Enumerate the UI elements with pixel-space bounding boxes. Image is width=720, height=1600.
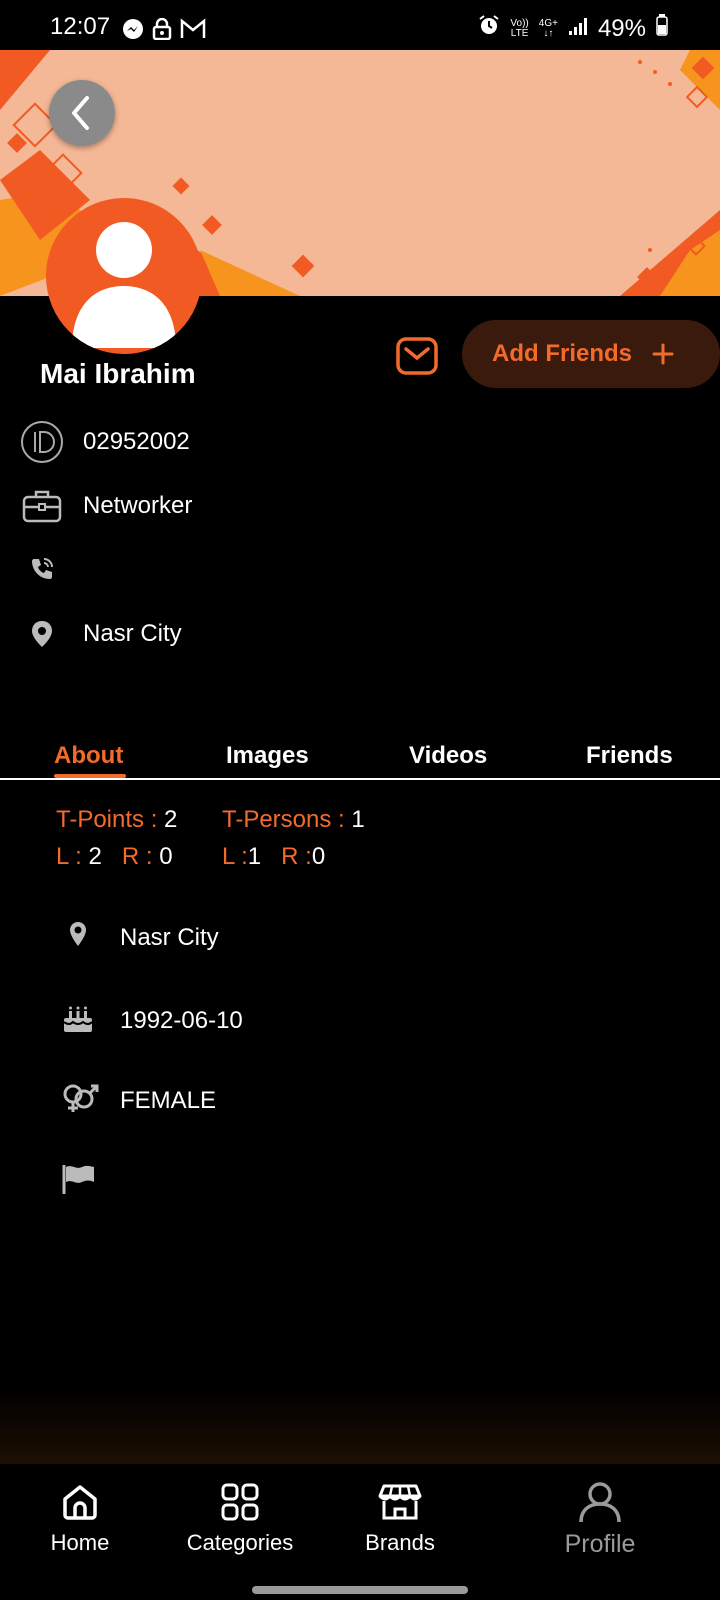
mail-icon	[396, 337, 438, 375]
nav-categories-label: Categories	[186, 1530, 294, 1555]
tab-images[interactable]: Images	[226, 742, 309, 770]
network-type: 4G+ ↓↑	[538, 17, 558, 39]
about-birthday: 1992-06-10	[120, 1006, 243, 1034]
tab-about[interactable]: About	[54, 742, 123, 770]
t-points-stat: T-Points : 2	[56, 806, 177, 834]
back-button[interactable]	[49, 80, 115, 146]
about-row-birthday: 1992-06-10	[60, 1000, 243, 1041]
data-arrows: ↓↑	[543, 27, 554, 39]
nav-brands[interactable]: Brands	[330, 1482, 470, 1556]
info-row-location: Nasr City	[20, 612, 182, 656]
persons-r-value: 0	[311, 843, 326, 870]
birthday-cake-icon	[60, 1000, 96, 1041]
nav-home-label: Home	[50, 1530, 110, 1555]
avatar[interactable]	[46, 198, 202, 354]
tab-friends[interactable]: Friends	[586, 742, 673, 770]
user-job: Networker	[83, 492, 193, 519]
nav-profile[interactable]: Profile	[530, 1482, 670, 1559]
battery-percent: 49%	[597, 14, 646, 42]
bottom-nav-glow	[0, 1390, 720, 1464]
gmail-icon	[180, 18, 206, 45]
bottom-nav: Home Categories Brands Profile	[0, 1464, 720, 1600]
nav-brands-label: Brands	[365, 1530, 435, 1555]
user-location: Nasr City	[83, 620, 182, 647]
battery-icon	[656, 14, 668, 43]
user-id: 02952002	[83, 428, 190, 455]
t-persons-label: T-Persons :	[222, 806, 345, 833]
home-icon	[63, 1485, 97, 1520]
nav-categories[interactable]: Categories	[170, 1482, 310, 1556]
points-lr-stat: L : 2 R : 0	[56, 843, 173, 871]
alarm-icon	[478, 14, 500, 43]
persons-l-label: L :	[222, 843, 248, 870]
persons-r-label: R :	[281, 843, 312, 870]
volte-indicator: Vo)) LTE	[510, 17, 529, 39]
t-points-value: 2	[164, 806, 178, 833]
briefcase-icon	[20, 484, 64, 528]
signal-icon	[568, 15, 588, 43]
id-icon	[20, 420, 64, 464]
messenger-icon	[122, 18, 144, 45]
profile-icon	[579, 1482, 621, 1522]
network-label: 4G+	[538, 17, 558, 29]
status-time: 12:07	[50, 13, 111, 40]
tab-videos[interactable]: Videos	[409, 742, 487, 770]
points-r-value: 0	[159, 843, 173, 870]
info-row-id: 02952002	[20, 420, 190, 464]
plus-icon	[652, 343, 674, 365]
about-row-location: Nasr City	[60, 920, 219, 955]
add-friends-button[interactable]: Add Friends	[462, 320, 720, 388]
categories-icon	[221, 1483, 259, 1521]
phone-icon	[20, 547, 64, 591]
tab-divider	[0, 778, 720, 780]
location-pin-icon	[60, 920, 96, 955]
t-persons-stat: T-Persons : 1	[222, 806, 365, 834]
about-gender: FEMALE	[120, 1086, 217, 1114]
profile-name: Mai Ibrahim	[40, 358, 196, 389]
t-persons-value: 1	[351, 806, 365, 833]
nav-profile-label: Profile	[564, 1530, 636, 1558]
about-row-country	[60, 1162, 96, 1201]
persons-l-value: 1	[247, 843, 262, 870]
chevron-left-icon	[72, 96, 89, 130]
lock-icon	[152, 17, 172, 45]
gender-icon	[60, 1080, 100, 1121]
info-row-job: Networker	[20, 484, 192, 528]
store-icon	[378, 1484, 422, 1520]
volte-top: Vo))	[510, 17, 529, 29]
about-row-gender: FEMALE	[60, 1080, 216, 1121]
home-indicator	[252, 1586, 468, 1594]
status-bar: 12:07 Vo)) LTE 4G+ ↓↑ 49%	[0, 0, 720, 50]
points-l-value: 2	[88, 843, 102, 870]
add-friends-label: Add Friends	[492, 340, 633, 367]
flag-icon	[60, 1162, 96, 1201]
info-row-phone	[20, 547, 64, 591]
user-placeholder-icon	[72, 222, 176, 348]
volte-bottom: LTE	[510, 27, 529, 39]
points-l-label: L :	[56, 843, 82, 870]
message-button[interactable]	[395, 336, 439, 381]
persons-lr-stat: L :1 R :0	[222, 843, 325, 871]
location-pin-icon	[20, 612, 64, 656]
points-r-label: R :	[121, 843, 153, 870]
about-location: Nasr City	[120, 923, 219, 951]
t-points-label: T-Points :	[56, 806, 158, 833]
nav-home[interactable]: Home	[10, 1482, 150, 1556]
